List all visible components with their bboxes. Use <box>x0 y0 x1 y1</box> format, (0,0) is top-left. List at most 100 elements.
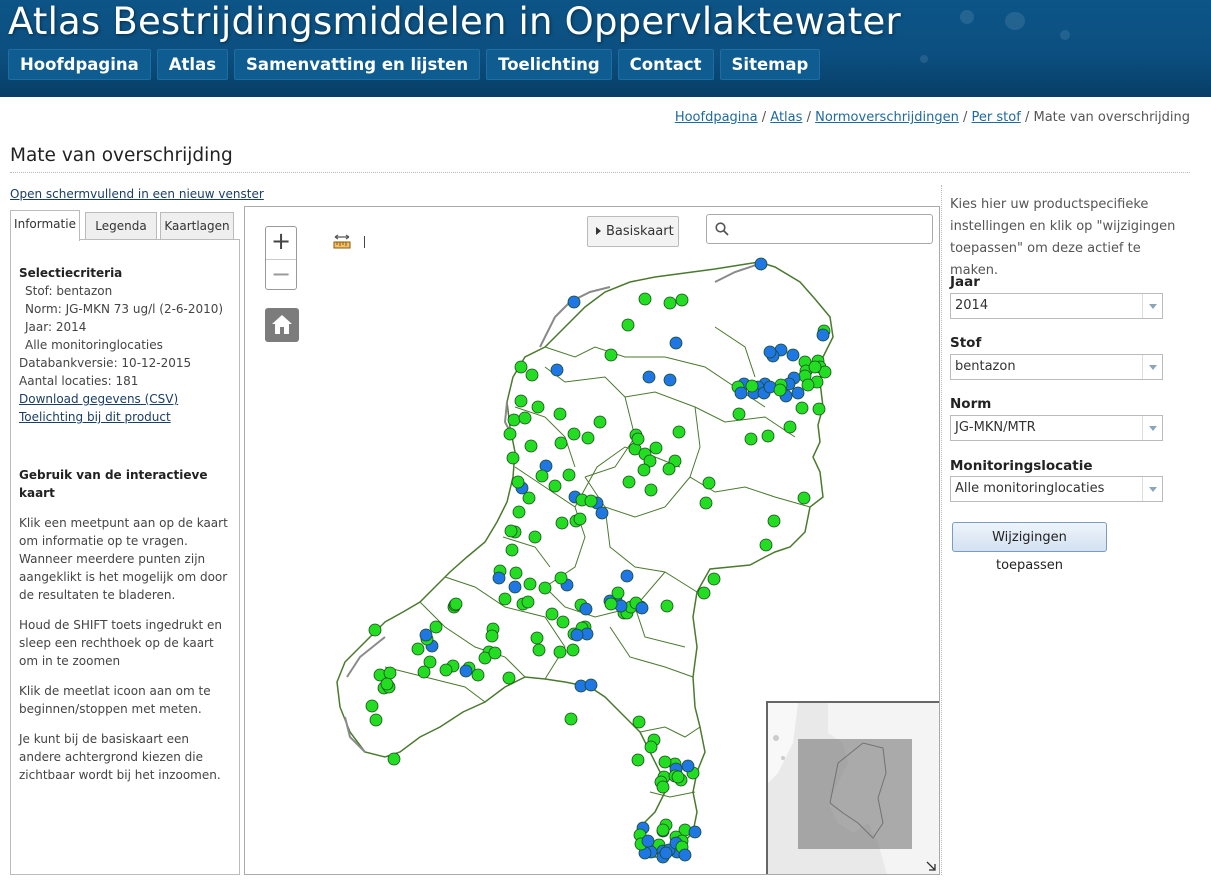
basemap-button[interactable]: Basiskaart <box>587 216 679 247</box>
nav-toelichting[interactable]: Toelichting <box>486 49 612 80</box>
monitoring-location-marker[interactable] <box>471 668 485 682</box>
monitoring-location-marker[interactable] <box>411 642 425 656</box>
monitoring-location-marker[interactable] <box>632 715 646 729</box>
monitoring-location-marker[interactable] <box>449 597 463 611</box>
stof-select[interactable]: bentazon <box>950 354 1163 380</box>
monitoring-location-marker[interactable] <box>745 379 759 393</box>
monitoring-location-marker[interactable] <box>429 620 443 634</box>
monitoring-location-marker[interactable] <box>523 577 537 591</box>
monitoring-location-marker[interactable] <box>511 475 525 489</box>
monitoring-location-marker[interactable] <box>503 427 517 441</box>
monitoring-location-marker[interactable] <box>699 496 713 510</box>
monitoring-location-marker[interactable] <box>508 580 522 594</box>
tab-kaartlagen[interactable]: Kaartlagen <box>160 212 234 240</box>
monitoring-location-marker[interactable] <box>538 581 552 595</box>
monitoring-location-marker[interactable] <box>573 512 587 526</box>
monitoring-location-marker[interactable] <box>631 432 645 446</box>
breadcrumb-hoofdpagina[interactable]: Hoofdpagina <box>675 110 758 125</box>
monitoring-location-marker[interactable] <box>556 615 570 629</box>
monitoring-location-marker[interactable] <box>642 370 656 384</box>
resize-arrow-icon[interactable] <box>925 860 937 872</box>
monitoringslocatie-select[interactable]: Alle monitoringlocaties <box>950 476 1163 502</box>
monitoring-location-marker[interactable] <box>485 629 499 643</box>
monitoring-location-marker[interactable] <box>554 436 568 450</box>
monitoring-location-marker[interactable] <box>631 753 645 767</box>
monitoring-location-marker[interactable] <box>759 538 773 552</box>
monitoring-location-marker[interactable] <box>732 407 746 421</box>
monitoring-location-marker[interactable] <box>555 516 569 530</box>
monitoring-location-marker[interactable] <box>754 257 768 271</box>
norm-select[interactable]: JG-MKN/MTR <box>950 415 1163 441</box>
monitoring-location-marker[interactable] <box>550 363 564 377</box>
monitoring-location-marker[interactable] <box>383 666 397 680</box>
monitoring-location-marker[interactable] <box>492 571 506 585</box>
monitoring-location-marker[interactable] <box>419 628 433 642</box>
monitoring-location-marker[interactable] <box>581 431 595 445</box>
overview-map[interactable] <box>766 701 939 874</box>
monitoring-location-marker[interactable] <box>783 420 797 434</box>
monitoring-location-marker[interactable] <box>567 427 581 441</box>
zoom-out-button[interactable]: − <box>266 259 296 290</box>
monitoring-location-marker[interactable] <box>734 386 748 400</box>
product-explanation-link[interactable]: Toelichting bij dit product <box>19 408 231 426</box>
monitoring-location-marker[interactable] <box>697 586 711 600</box>
measure-ruler-icon[interactable] <box>333 232 351 250</box>
monitoring-location-marker[interactable] <box>786 348 800 362</box>
monitoring-location-marker[interactable] <box>535 469 549 483</box>
monitoring-location-marker[interactable] <box>553 645 567 659</box>
monitoring-location-marker[interactable] <box>522 491 536 505</box>
monitoring-location-marker[interactable] <box>548 479 562 493</box>
monitoring-location-marker[interactable] <box>791 386 805 400</box>
open-fullscreen-link[interactable]: Open schermvullend in een nieuw venster <box>10 187 264 201</box>
apply-changes-button[interactable]: Wijzigingen toepassen <box>952 522 1107 573</box>
monitoring-location-marker[interactable] <box>816 328 830 342</box>
monitoring-location-marker[interactable] <box>439 663 453 677</box>
monitoring-location-marker[interactable] <box>678 848 692 862</box>
monitoring-location-marker[interactable] <box>812 402 826 416</box>
monitoring-location-marker[interactable] <box>637 463 651 477</box>
monitoring-location-marker[interactable] <box>369 713 383 727</box>
monitoring-location-marker[interactable] <box>669 336 683 350</box>
monitoring-location-marker[interactable] <box>763 345 777 359</box>
jaar-select[interactable]: 2014 <box>950 293 1163 319</box>
overview-viewport[interactable] <box>798 739 912 849</box>
monitoring-location-marker[interactable] <box>498 592 512 606</box>
monitoring-location-marker[interactable] <box>554 571 568 585</box>
monitoring-location-marker[interactable] <box>688 825 702 839</box>
monitoring-location-marker[interactable] <box>644 740 658 754</box>
monitoring-location-marker[interactable] <box>795 401 809 415</box>
monitoring-location-marker[interactable] <box>801 378 815 392</box>
monitoring-location-marker[interactable] <box>488 646 502 660</box>
monitoring-location-marker[interactable] <box>514 394 528 408</box>
monitoring-location-marker[interactable] <box>663 373 677 387</box>
zoom-in-button[interactable]: + <box>266 227 296 258</box>
monitoring-location-marker[interactable] <box>808 360 822 374</box>
monitoring-location-marker[interactable] <box>579 602 593 616</box>
monitoring-location-marker[interactable] <box>681 759 695 773</box>
monitoring-location-marker[interactable] <box>380 677 394 691</box>
monitoring-location-marker[interactable] <box>649 441 663 455</box>
interactive-map[interactable]: + − Basiskaart <box>244 206 940 875</box>
monitoring-location-marker[interactable] <box>671 770 685 784</box>
monitoring-location-marker[interactable] <box>659 846 673 860</box>
monitoring-location-marker[interactable] <box>564 712 578 726</box>
monitoring-location-marker[interactable] <box>505 543 519 557</box>
monitoring-location-marker[interactable] <box>512 505 526 519</box>
monitoring-location-marker[interactable] <box>761 429 775 443</box>
monitoring-location-marker[interactable] <box>507 413 521 427</box>
nav-sitemap[interactable]: Sitemap <box>719 49 821 80</box>
monitoring-location-marker[interactable] <box>656 780 670 794</box>
monitoring-location-marker[interactable] <box>675 293 689 307</box>
monitoring-location-marker[interactable] <box>502 671 516 685</box>
monitoring-location-marker[interactable] <box>584 678 598 692</box>
monitoring-location-marker[interactable] <box>744 432 758 446</box>
monitoring-location-marker[interactable] <box>595 506 609 520</box>
monitoring-location-marker[interactable] <box>567 295 581 309</box>
nav-contact[interactable]: Contact <box>617 49 714 80</box>
monitoring-location-marker[interactable] <box>604 597 618 611</box>
monitoring-location-marker[interactable] <box>525 368 539 382</box>
breadcrumb-atlas[interactable]: Atlas <box>770 110 802 125</box>
tab-legenda[interactable]: Legenda <box>85 212 157 240</box>
nav-samenvatting[interactable]: Samenvatting en lijsten <box>234 49 481 80</box>
monitoring-location-marker[interactable] <box>641 834 655 848</box>
